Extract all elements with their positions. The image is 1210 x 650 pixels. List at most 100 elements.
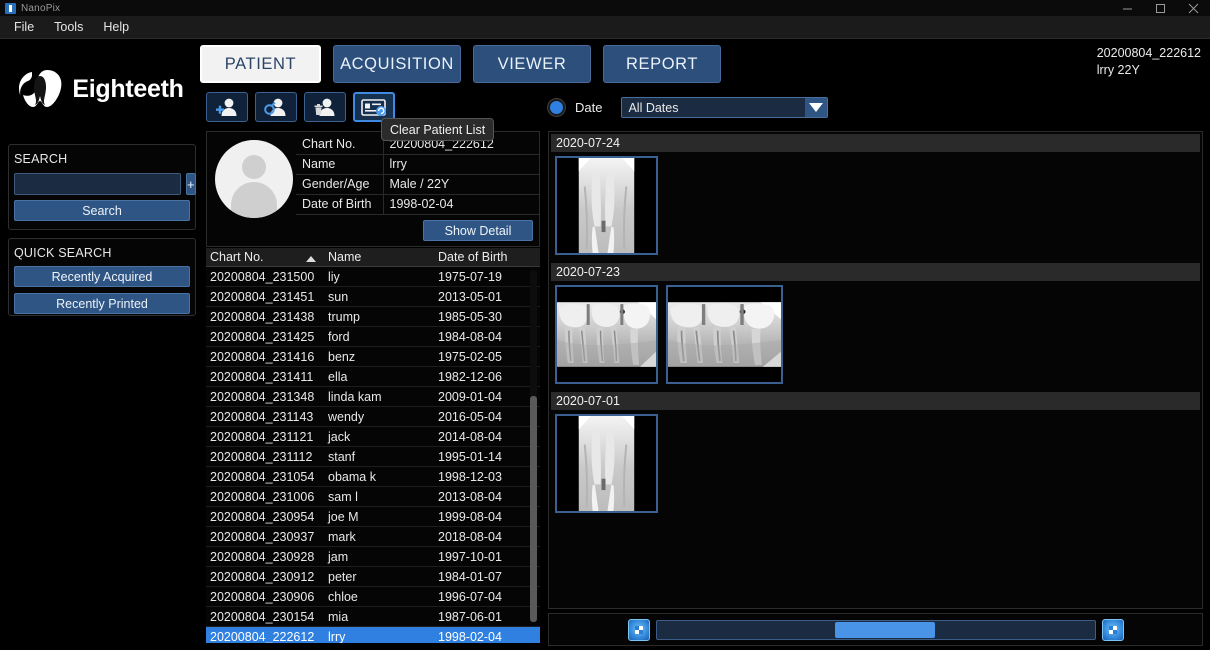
search-panel: SEARCH + Search [8,144,196,230]
tab-acquisition[interactable]: ACQUISITION [333,45,461,83]
menu-item-tools[interactable]: Tools [44,16,93,38]
cell-chart-no: 20200804_230954 [206,510,324,524]
show-detail-button[interactable]: Show Detail [423,220,533,241]
cell-chart-no: 20200804_231143 [206,410,324,424]
add-patient-button[interactable] [206,92,248,122]
xray-thumbnail[interactable] [555,285,658,384]
cell-chart-no: 20200804_231411 [206,370,324,384]
patient-info-row: Date of Birth 1998-02-04 [296,194,539,214]
field-label: Chart No. [296,134,383,154]
maximize-icon[interactable] [1144,0,1177,16]
gallery-date-header: 2020-07-24 [551,134,1200,152]
add-patient-icon [214,97,240,117]
cell-chart-no: 20200804_222612 [206,630,324,644]
nanopix-logo-icon [5,3,16,14]
patient-info-table: Chart No. 20200804_222612 Name lrry Gend… [296,134,539,215]
cell-dob: 2009-01-04 [434,390,540,404]
table-row[interactable]: 20200804_230937mark2018-08-04 [206,527,540,547]
edit-patient-button[interactable] [255,92,297,122]
close-icon[interactable] [1177,0,1210,16]
date-filter-radio[interactable] [548,99,565,116]
cell-name: liy [324,270,434,284]
current-patient-header: 20200804_222612 lrry 22Y [1097,45,1201,79]
column-header-name[interactable]: Name [324,250,434,264]
cell-name: peter [324,570,434,584]
tab-patient[interactable]: PATIENT [200,45,321,83]
table-row[interactable]: 20200804_231425ford1984-08-04 [206,327,540,347]
zoom-in-button[interactable] [1102,619,1124,641]
date-range-select[interactable]: All Dates [621,97,828,118]
gallery-date-group: 2020-07-24 [551,134,1200,261]
table-row[interactable]: 20200804_230912peter1984-01-07 [206,567,540,587]
cell-dob: 1998-12-03 [434,470,540,484]
main-tab-bar: PATIENT ACQUISITION VIEWER REPORT [200,45,721,83]
table-row[interactable]: 20200804_231006sam l2013-08-04 [206,487,540,507]
patient-list-scrollbar[interactable] [530,270,537,622]
gallery-date-group: 2020-07-01 [551,392,1200,519]
cell-name: ford [324,330,434,344]
cell-dob: 2013-08-04 [434,490,540,504]
search-button[interactable]: Search [14,200,190,221]
add-search-field-button[interactable]: + [186,173,196,195]
field-label: Gender/Age [296,174,383,194]
column-header-dob[interactable]: Date of Birth [434,250,540,264]
table-row[interactable]: 20200804_231411ella1982-12-06 [206,367,540,387]
date-range-value: All Dates [622,101,678,115]
search-input[interactable] [14,173,181,195]
xray-thumbnail[interactable] [555,414,658,513]
recently-acquired-button[interactable]: Recently Acquired [14,266,190,287]
table-row[interactable]: 20200804_231054obama k1998-12-03 [206,467,540,487]
thumbnail-size-slider[interactable] [656,620,1096,640]
delete-patient-button[interactable] [304,92,346,122]
gallery-thumbnail-strip [551,281,1200,390]
cell-chart-no: 20200804_231451 [206,290,324,304]
cell-name: benz [324,350,434,364]
table-row[interactable]: 20200804_230928jam1997-10-01 [206,547,540,567]
window-title: NanoPix [21,3,60,14]
title-bar: NanoPix [0,0,1210,16]
zoom-out-button[interactable] [628,619,650,641]
patient-list-header: Chart No. Name Date of Birth [206,248,540,267]
xray-thumbnail[interactable] [666,285,783,384]
gallery-date-group: 2020-07-23 [551,263,1200,390]
clear-patient-list-icon [361,98,387,117]
avatar-head-icon [242,155,266,179]
tab-viewer[interactable]: VIEWER [473,45,591,83]
cell-chart-no: 20200804_230154 [206,610,324,624]
menu-item-help[interactable]: Help [93,16,139,38]
table-row[interactable]: 20200804_231416benz1975-02-05 [206,347,540,367]
table-row[interactable]: 20200804_231500liy1975-07-19 [206,267,540,287]
table-row[interactable]: 20200804_230154mia1987-06-01 [206,607,540,627]
xray-thumbnail[interactable] [555,156,658,255]
column-header-chart-no[interactable]: Chart No. [206,250,324,264]
cell-chart-no: 20200804_230906 [206,590,324,604]
field-label: Date of Birth [296,194,383,214]
table-row[interactable]: 20200804_231348linda kam2009-01-04 [206,387,540,407]
table-row[interactable]: 20200804_222612lrry1998-02-04 [206,627,540,643]
sort-ascending-icon [306,256,316,262]
tab-report[interactable]: REPORT [603,45,721,83]
cell-chart-no: 20200804_231054 [206,470,324,484]
date-filter-label: Date [575,100,602,115]
table-row[interactable]: 20200804_230906chloe1996-07-04 [206,587,540,607]
table-row[interactable]: 20200804_231143wendy2016-05-04 [206,407,540,427]
menu-item-file[interactable]: File [4,16,44,38]
cell-dob: 1975-07-19 [434,270,540,284]
thumbnail-size-bar [548,613,1203,646]
table-row[interactable]: 20200804_231438trump1985-05-30 [206,307,540,327]
cell-name: joe M [324,510,434,524]
cell-name: sun [324,290,434,304]
cell-chart-no: 20200804_231438 [206,310,324,324]
scrollbar-thumb[interactable] [530,396,537,622]
cell-dob: 1995-01-14 [434,450,540,464]
minimize-icon[interactable] [1111,0,1144,16]
table-row[interactable]: 20200804_231112stanf1995-01-14 [206,447,540,467]
chevron-down-icon[interactable] [805,98,827,117]
menu-bar: File Tools Help [0,16,1210,39]
table-row[interactable]: 20200804_230954joe M1999-08-04 [206,507,540,527]
slider-thumb[interactable] [835,622,935,638]
main-content: Eighteeth SEARCH + Search QUICK SEARCH R… [0,39,1210,650]
recently-printed-button[interactable]: Recently Printed [14,293,190,314]
table-row[interactable]: 20200804_231121jack2014-08-04 [206,427,540,447]
table-row[interactable]: 20200804_231451sun2013-05-01 [206,287,540,307]
